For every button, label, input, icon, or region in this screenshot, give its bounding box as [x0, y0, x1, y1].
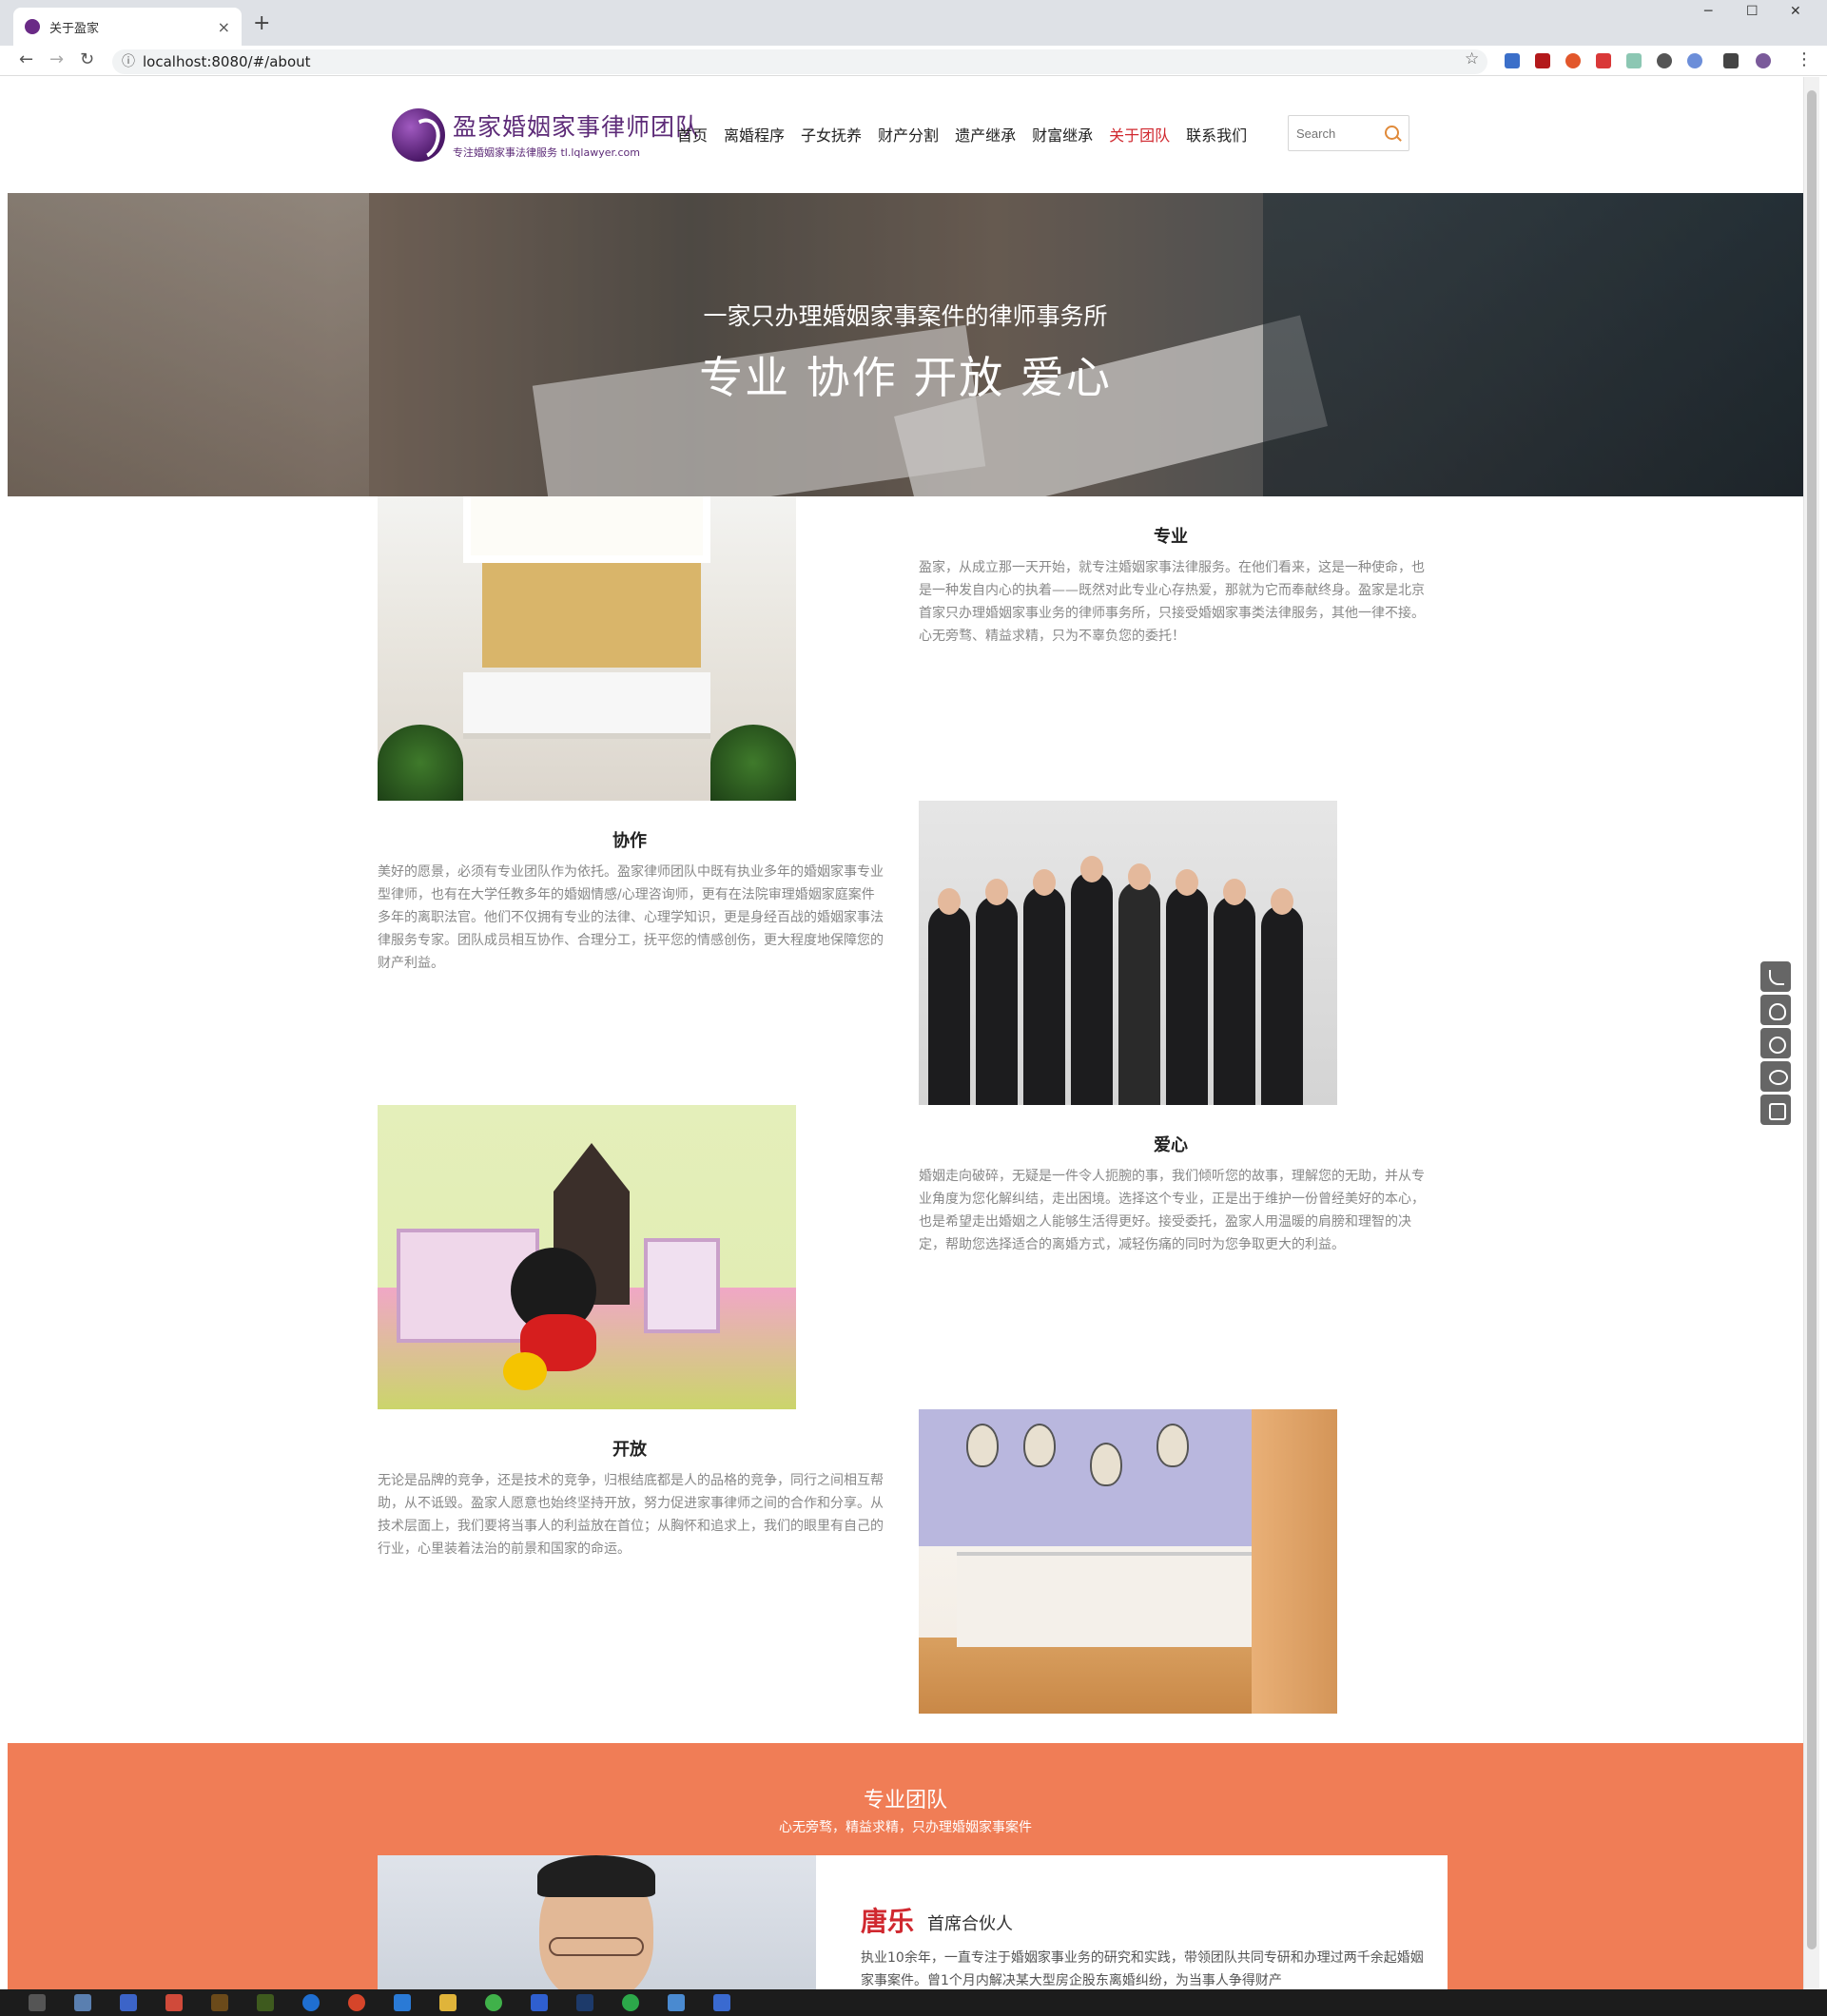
site-info-icon[interactable]: ⓘ [122, 49, 135, 74]
tab-title: 关于盈家 [49, 21, 100, 36]
tab-close-icon[interactable]: × [218, 18, 230, 36]
nav-about-team[interactable]: 关于团队 [1109, 123, 1170, 145]
address-bar[interactable]: ⓘ localhost:8080/#/about [112, 49, 1487, 74]
member-role: 首席合伙人 [927, 1914, 1013, 1934]
nav-contact[interactable]: 联系我们 [1186, 123, 1247, 145]
chrome-icon[interactable] [348, 1994, 365, 2011]
extension-icon[interactable] [1657, 53, 1672, 68]
site-header: 盈家婚姻家事律师团队 专注婚姻家事法律服务 tl.lqlawyer.com 首页… [8, 77, 1803, 191]
extension-icon[interactable] [1535, 53, 1550, 68]
member-name: 唐乐 [861, 1906, 915, 1937]
page-viewport: 盈家婚姻家事律师团队 专注婚姻家事法律服务 tl.lqlawyer.com 首页… [8, 77, 1803, 1989]
app-icon[interactable] [120, 1994, 137, 2011]
feature-text-professional: 盈家，从成立那一天开始，就专注婚姻家事法律服务。在他们看来，这是一种使命，也是一… [919, 560, 1425, 644]
feature-title-love: 爱心 [1154, 1135, 1188, 1155]
folder-icon[interactable] [439, 1994, 457, 2011]
bridge-icon[interactable] [211, 1994, 228, 2011]
site-favicon-icon [25, 19, 40, 34]
reload-button[interactable]: ↻ [80, 49, 94, 69]
phone-icon[interactable] [1760, 961, 1791, 992]
search-icon[interactable] [1385, 126, 1399, 140]
browser-toolbar: ← → ↻ ⓘ localhost:8080/#/about ☆ ⋮ [0, 46, 1827, 76]
app-icon[interactable] [74, 1994, 91, 2011]
extension-icon[interactable] [1565, 53, 1581, 68]
taskview-icon[interactable] [29, 1994, 46, 2011]
member-photo [378, 1855, 816, 1989]
browser-chrome: 关于盈家 × + ─ ☐ ✕ ← → ↻ ⓘ localhost:8080/#/… [0, 0, 1827, 76]
wechat-app-icon[interactable] [485, 1994, 502, 2011]
extension-icon[interactable] [1596, 53, 1611, 68]
qq-icon[interactable] [1760, 995, 1791, 1025]
vscode-icon[interactable] [394, 1994, 411, 2011]
back-button[interactable]: ← [19, 49, 33, 69]
nav-property-division[interactable]: 财产分割 [878, 123, 939, 145]
team-section-subtitle: 心无旁骛，精益求精，只办理婚姻家事案件 [779, 1820, 1032, 1835]
browser-tab[interactable]: 关于盈家 × [13, 8, 242, 46]
window-close-button[interactable]: ✕ [1790, 4, 1801, 19]
minimize-button[interactable]: ─ [1704, 4, 1712, 19]
ie-icon[interactable] [302, 1994, 320, 2011]
app-icon[interactable] [165, 1994, 183, 2011]
bookmark-star-icon[interactable]: ☆ [1465, 49, 1479, 68]
logo-title: 盈家婚姻家事律师团队 [453, 113, 701, 141]
photoshop-icon[interactable] [576, 1994, 593, 2011]
qrcode-icon[interactable] [1760, 1095, 1791, 1125]
app-icon[interactable] [622, 1994, 639, 2011]
url-text: localhost:8080/#/about [143, 53, 311, 70]
main-nav: 首页 离婚程序 子女抚养 财产分割 遗产继承 财富继承 关于团队 联系我们 [677, 123, 1263, 145]
app-icon[interactable] [531, 1994, 548, 2011]
member-bio: 执业10余年，一直专注于婚姻家事业务的研究和实践，带领团队共同专研和办理过两千余… [861, 1950, 1424, 1988]
kids-room-photo [378, 1105, 796, 1409]
feature-text-love: 婚姻走向破碎，无疑是一件令人扼腕的事，我们倾听您的故事，理解您的无助，并从专业角… [919, 1169, 1425, 1252]
pantry-photo [919, 1409, 1337, 1714]
nav-child-custody[interactable]: 子女抚养 [801, 123, 862, 145]
reception-photo [378, 496, 796, 801]
extension-icon[interactable] [1687, 53, 1702, 68]
scrollbar-thumb[interactable] [1807, 90, 1817, 1949]
logo-mark-icon [392, 108, 445, 162]
site-logo[interactable]: 盈家婚姻家事律师团队 专注婚姻家事法律服务 tl.lqlawyer.com [392, 107, 699, 164]
forward-button[interactable]: → [49, 49, 64, 69]
nav-divorce-procedure[interactable]: 离婚程序 [724, 123, 785, 145]
feature-title-cooperation: 协作 [612, 831, 647, 851]
dreamweaver-icon[interactable] [257, 1994, 274, 2011]
extension-icon[interactable] [1723, 53, 1739, 68]
app-icon[interactable] [668, 1994, 685, 2011]
team-member-card[interactable]: 唐乐 首席合伙人 执业10余年，一直专注于婚姻家事业务的研究和实践，带领团队共同… [378, 1855, 1448, 1989]
feature-title-openness: 开放 [612, 1440, 647, 1460]
nav-wealth-inheritance[interactable]: 财富继承 [1032, 123, 1093, 145]
feature-title-professional: 专业 [1154, 527, 1188, 547]
search-input[interactable] [1296, 124, 1382, 143]
team-section: 专业团队 心无旁骛，精益求精，只办理婚姻家事案件 唐乐 首席合伙人 执业10余年… [8, 1743, 1803, 1989]
extension-icon[interactable] [1626, 53, 1642, 68]
search-box [1288, 115, 1409, 151]
logo-subtitle: 专注婚姻家事法律服务 tl.lqlawyer.com [453, 146, 640, 159]
nav-home[interactable]: 首页 [677, 123, 708, 145]
feature-text-cooperation: 美好的愿景，必须有专业团队作为依托。盈家律师团队中既有执业多年的婚姻家事专业型律… [378, 864, 884, 971]
powershell-icon[interactable] [713, 1994, 730, 2011]
team-photo [919, 801, 1337, 1105]
hero-tagline: 一家只办理婚姻家事案件的律师事务所 [703, 302, 1108, 330]
profile-avatar[interactable] [1756, 53, 1771, 68]
browser-menu-icon[interactable]: ⋮ [1796, 49, 1813, 69]
new-tab-button[interactable]: + [253, 11, 270, 35]
maximize-button[interactable]: ☐ [1746, 4, 1759, 19]
hero-banner: 一家只办理婚姻家事案件的律师事务所 专业 协作 开放 爱心 [8, 193, 1803, 496]
message-icon[interactable] [1760, 1061, 1791, 1092]
wechat-icon[interactable] [1760, 1028, 1791, 1058]
nav-inheritance[interactable]: 遗产继承 [955, 123, 1016, 145]
feature-text-openness: 无论是品牌的竞争，还是技术的竞争，归根结底都是人的品格的竞争，同行之间相互帮助，… [378, 1473, 884, 1557]
os-taskbar [0, 1989, 1827, 2016]
hero-values: 专业 协作 开放 爱心 [699, 352, 1112, 403]
tab-strip: 关于盈家 × + ─ ☐ ✕ [0, 0, 1827, 46]
team-section-title: 专业团队 [863, 1789, 947, 1812]
extension-icon[interactable] [1505, 53, 1520, 68]
